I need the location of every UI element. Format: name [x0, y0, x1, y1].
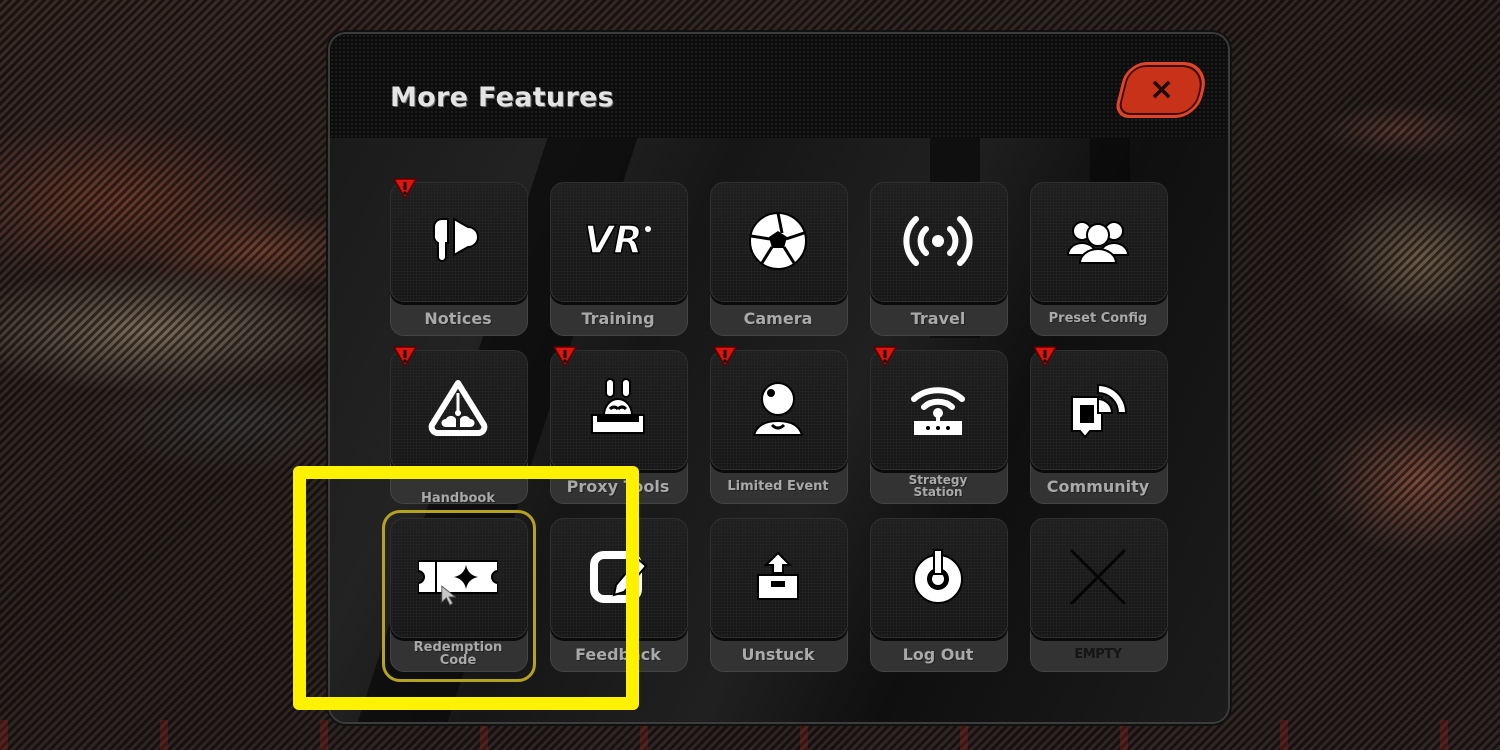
tile-label: EMPTY — [1074, 646, 1122, 662]
tile-feedback[interactable]: Feedback — [548, 516, 688, 672]
background-bottom-bar — [0, 720, 1500, 750]
tile-travel[interactable]: Travel — [868, 180, 1008, 336]
tile-label: Travel — [910, 308, 966, 328]
box-arrow-up-icon — [710, 518, 846, 636]
tile-label: Feedback — [575, 644, 661, 664]
svg-text:VR: VR — [584, 218, 643, 262]
tile-camera[interactable]: Camera — [708, 180, 848, 336]
panel-title: More Features — [390, 82, 615, 113]
tile-empty: EMPTY — [1028, 516, 1168, 672]
tile-label: Camera — [743, 308, 813, 328]
tile-limited-event[interactable]: Limited Event — [708, 346, 848, 504]
edit-note-icon — [550, 518, 686, 636]
tile-strategy-station[interactable]: Strategy Station — [868, 346, 1008, 504]
more-features-panel: More Features × Notices VR Training Came… — [328, 32, 1230, 724]
tile-label: Limited Event — [727, 478, 829, 494]
tile-redemption-code[interactable]: Redemption Code — [382, 510, 536, 682]
alert-badge-icon — [713, 346, 737, 367]
camera-shutter-icon — [710, 182, 846, 300]
tile-training[interactable]: VR Training — [548, 180, 688, 336]
tile-unstuck[interactable]: Unstuck — [708, 516, 848, 672]
panel-header: More Features × — [330, 34, 1228, 138]
tile-label: Redemption Code — [413, 640, 503, 668]
close-button[interactable]: × — [1113, 62, 1211, 118]
tile-notices[interactable]: Notices — [388, 178, 528, 336]
alert-badge-icon — [553, 346, 577, 367]
close-icon: × — [1149, 72, 1175, 107]
vr-logo-icon: VR — [550, 182, 686, 300]
tile-label: Community — [1046, 476, 1150, 496]
power-icon — [870, 518, 1006, 636]
tile-label: Unstuck — [741, 644, 815, 664]
alert-badge-icon — [393, 346, 417, 367]
tile-label: Handbook — [420, 490, 496, 506]
tile-label: Notices — [424, 308, 492, 328]
tile-community[interactable]: Community — [1028, 346, 1168, 504]
tile-label: Strategy Station — [908, 473, 968, 499]
mouse-cursor-icon — [441, 585, 457, 606]
alert-badge-icon — [873, 346, 897, 367]
tile-label: Log Out — [902, 644, 974, 664]
x-mark-icon — [1030, 518, 1166, 636]
tile-preset-config[interactable]: Preset Config — [1028, 180, 1168, 336]
tile-label: Training — [581, 308, 655, 328]
broadcast-signal-icon — [870, 182, 1006, 300]
tile-handbook[interactable]: Handbook — [388, 346, 528, 505]
alert-badge-icon — [393, 178, 417, 199]
tile-label: Proxy Tools — [566, 476, 670, 496]
tile-proxy-tools[interactable]: Proxy Tools — [548, 346, 688, 504]
tile-log-out[interactable]: Log Out — [868, 516, 1008, 672]
ticket-star-icon — [390, 518, 526, 636]
alert-badge-icon — [1033, 346, 1057, 367]
tile-label: Preset Config — [1048, 310, 1148, 326]
group-users-icon — [1030, 182, 1166, 300]
